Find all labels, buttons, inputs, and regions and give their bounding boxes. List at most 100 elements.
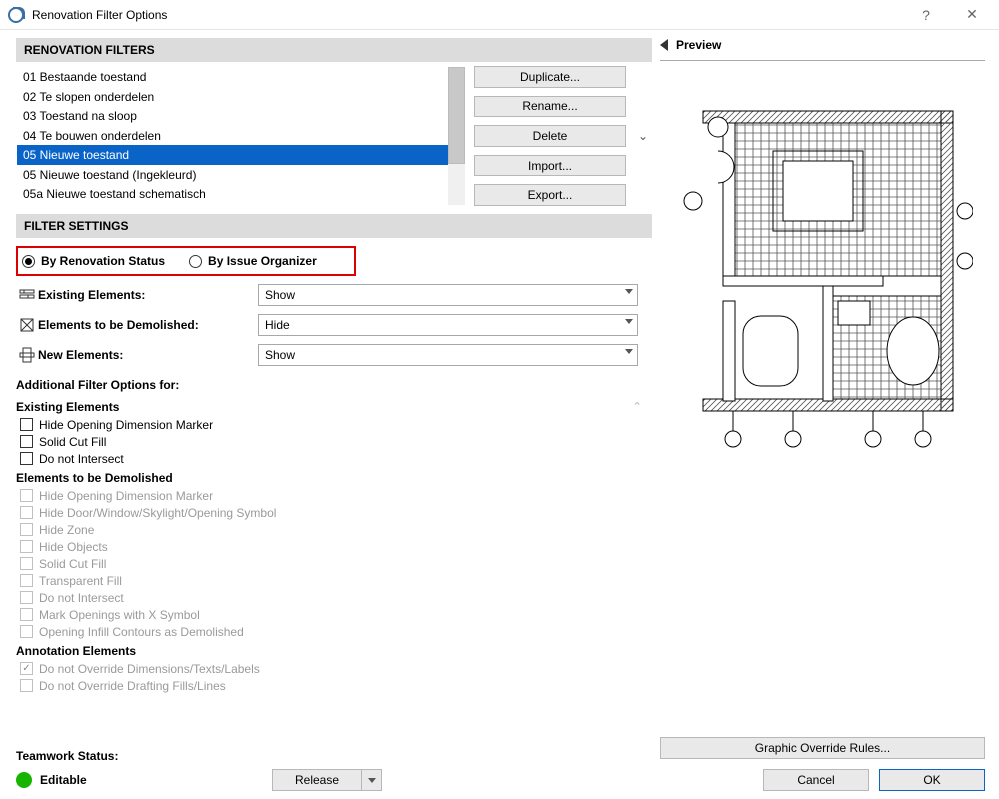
option-label: Mark Openings with X Symbol [39,608,200,622]
checkbox-icon [20,591,33,604]
help-button[interactable]: ? [903,0,949,30]
import-button[interactable]: Import... [474,155,626,177]
checkbox-icon [20,574,33,587]
demolished-block-title: Elements to be Demolished [16,471,652,485]
checkbox-icon[interactable] [20,435,33,448]
filter-item[interactable]: 03 Toestand na sloop [17,106,465,126]
radio-label: By Renovation Status [41,254,165,268]
checkbox-icon [20,523,33,536]
option-row: Transparent Fill [16,572,652,589]
checkbox-icon[interactable] [20,452,33,465]
checkbox-icon [20,679,33,692]
radio-icon [22,255,35,268]
option-label: Hide Opening Dimension Marker [39,418,213,432]
option-label: Hide Door/Window/Skylight/Opening Symbol [39,506,276,520]
new-elements-label: New Elements: [38,348,258,362]
filter-item[interactable]: 05 Nieuwe toestand (Ingekleurd) [17,165,465,185]
floorplan-preview-image [673,81,973,481]
annotation-block-title: Annotation Elements [16,644,652,658]
rename-button[interactable]: Rename... [474,96,626,118]
release-button[interactable]: Release [272,769,362,791]
radio-by-renovation-status[interactable]: By Renovation Status [22,254,165,268]
status-dot-icon [16,772,32,788]
new-elements-icon [16,347,38,363]
option-row: Mark Openings with X Symbol [16,606,652,623]
window-title: Renovation Filter Options [32,8,167,22]
option-row: Do not Override Drafting Fills/Lines [16,677,652,694]
checkbox-icon [20,506,33,519]
option-row: Do not Override Dimensions/Texts/Labels [16,660,652,677]
existing-elements-combo[interactable]: Show [258,284,638,306]
new-elements-combo[interactable]: Show [258,344,638,366]
checkbox-icon [20,489,33,502]
option-label: Do not Intersect [39,591,124,605]
title-bar: Renovation Filter Options ? ✕ [0,0,999,30]
option-label: Hide Objects [39,540,108,554]
option-row: Hide Objects [16,538,652,555]
teamwork-status-value: Editable [40,773,87,787]
existing-block-title: Existing Elements [16,400,119,414]
chevron-down-icon [625,319,633,324]
option-label: Do not Override Drafting Fills/Lines [39,679,226,693]
duplicate-button[interactable]: Duplicate... [474,66,626,88]
preview-area [660,60,985,731]
option-label: Solid Cut Fill [39,557,106,571]
chevron-down-icon [625,349,633,354]
combo-value: Show [265,348,295,362]
radio-icon [189,255,202,268]
renovation-filters-header: RENOVATION FILTERS [16,38,652,62]
filter-settings-header: FILTER SETTINGS [16,214,652,238]
option-row[interactable]: Do not Intersect [16,450,652,467]
scrollbar[interactable] [448,67,465,205]
option-label: Opening Infill Contours as Demolished [39,625,244,639]
checkbox-icon [20,625,33,638]
radio-by-issue-organizer[interactable]: By Issue Organizer [189,254,317,268]
checkbox-icon [20,540,33,553]
filters-listbox[interactable]: 01 Bestaande toestand02 Te slopen onderd… [16,66,466,206]
option-label: Hide Opening Dimension Marker [39,489,213,503]
radio-label: By Issue Organizer [208,254,317,268]
demolish-elements-label: Elements to be Demolished: [38,318,258,332]
checkbox-icon [20,662,33,675]
filter-item[interactable]: 05 Nieuwe toestand [17,145,465,165]
release-dropdown-button[interactable] [362,769,382,791]
option-label: Solid Cut Fill [39,435,106,449]
graphic-override-rules-button[interactable]: Graphic Override Rules... [660,737,985,759]
demolish-elements-combo[interactable]: Hide [258,314,638,336]
chevron-down-icon [625,289,633,294]
filter-item[interactable]: 01 Bestaande toestand [17,67,465,87]
delete-button[interactable]: Delete [474,125,626,147]
option-label: Hide Zone [39,523,94,537]
option-row: Solid Cut Fill [16,555,652,572]
combo-value: Hide [265,318,290,332]
chevron-up-icon[interactable]: ⌄ [632,399,642,413]
export-button[interactable]: Export... [474,184,626,206]
ok-button[interactable]: OK [879,769,985,791]
option-row[interactable]: Solid Cut Fill [16,433,652,450]
cancel-button[interactable]: Cancel [763,769,869,791]
option-row[interactable]: Hide Opening Dimension Marker [16,416,652,433]
existing-elements-label: Existing Elements: [38,288,258,302]
option-label: Transparent Fill [39,574,122,588]
option-label: Do not Intersect [39,452,124,466]
chevron-down-icon[interactable]: ⌄ [634,66,652,206]
option-row: Hide Opening Dimension Marker [16,487,652,504]
option-row: Hide Door/Window/Skylight/Opening Symbol [16,504,652,521]
teamwork-status-label: Teamwork Status: [16,749,652,763]
filter-item[interactable]: 05a Nieuwe toestand schematisch [17,184,465,204]
checkbox-icon[interactable] [20,418,33,431]
option-row: Hide Zone [16,521,652,538]
option-row: Do not Intersect [16,589,652,606]
additional-options-label: Additional Filter Options for: [16,378,652,392]
close-button[interactable]: ✕ [949,0,995,30]
checkbox-icon [20,608,33,621]
option-label: Do not Override Dimensions/Texts/Labels [39,662,260,676]
preview-label: Preview [676,38,721,52]
filter-item[interactable]: 04 Te bouwen onderdelen [17,126,465,146]
filter-item[interactable]: 02 Te slopen onderdelen [17,87,465,107]
existing-elements-icon [16,287,38,303]
collapse-left-icon[interactable] [660,39,668,51]
checkbox-icon [20,557,33,570]
demolish-elements-icon [16,317,38,333]
app-icon [8,7,24,23]
